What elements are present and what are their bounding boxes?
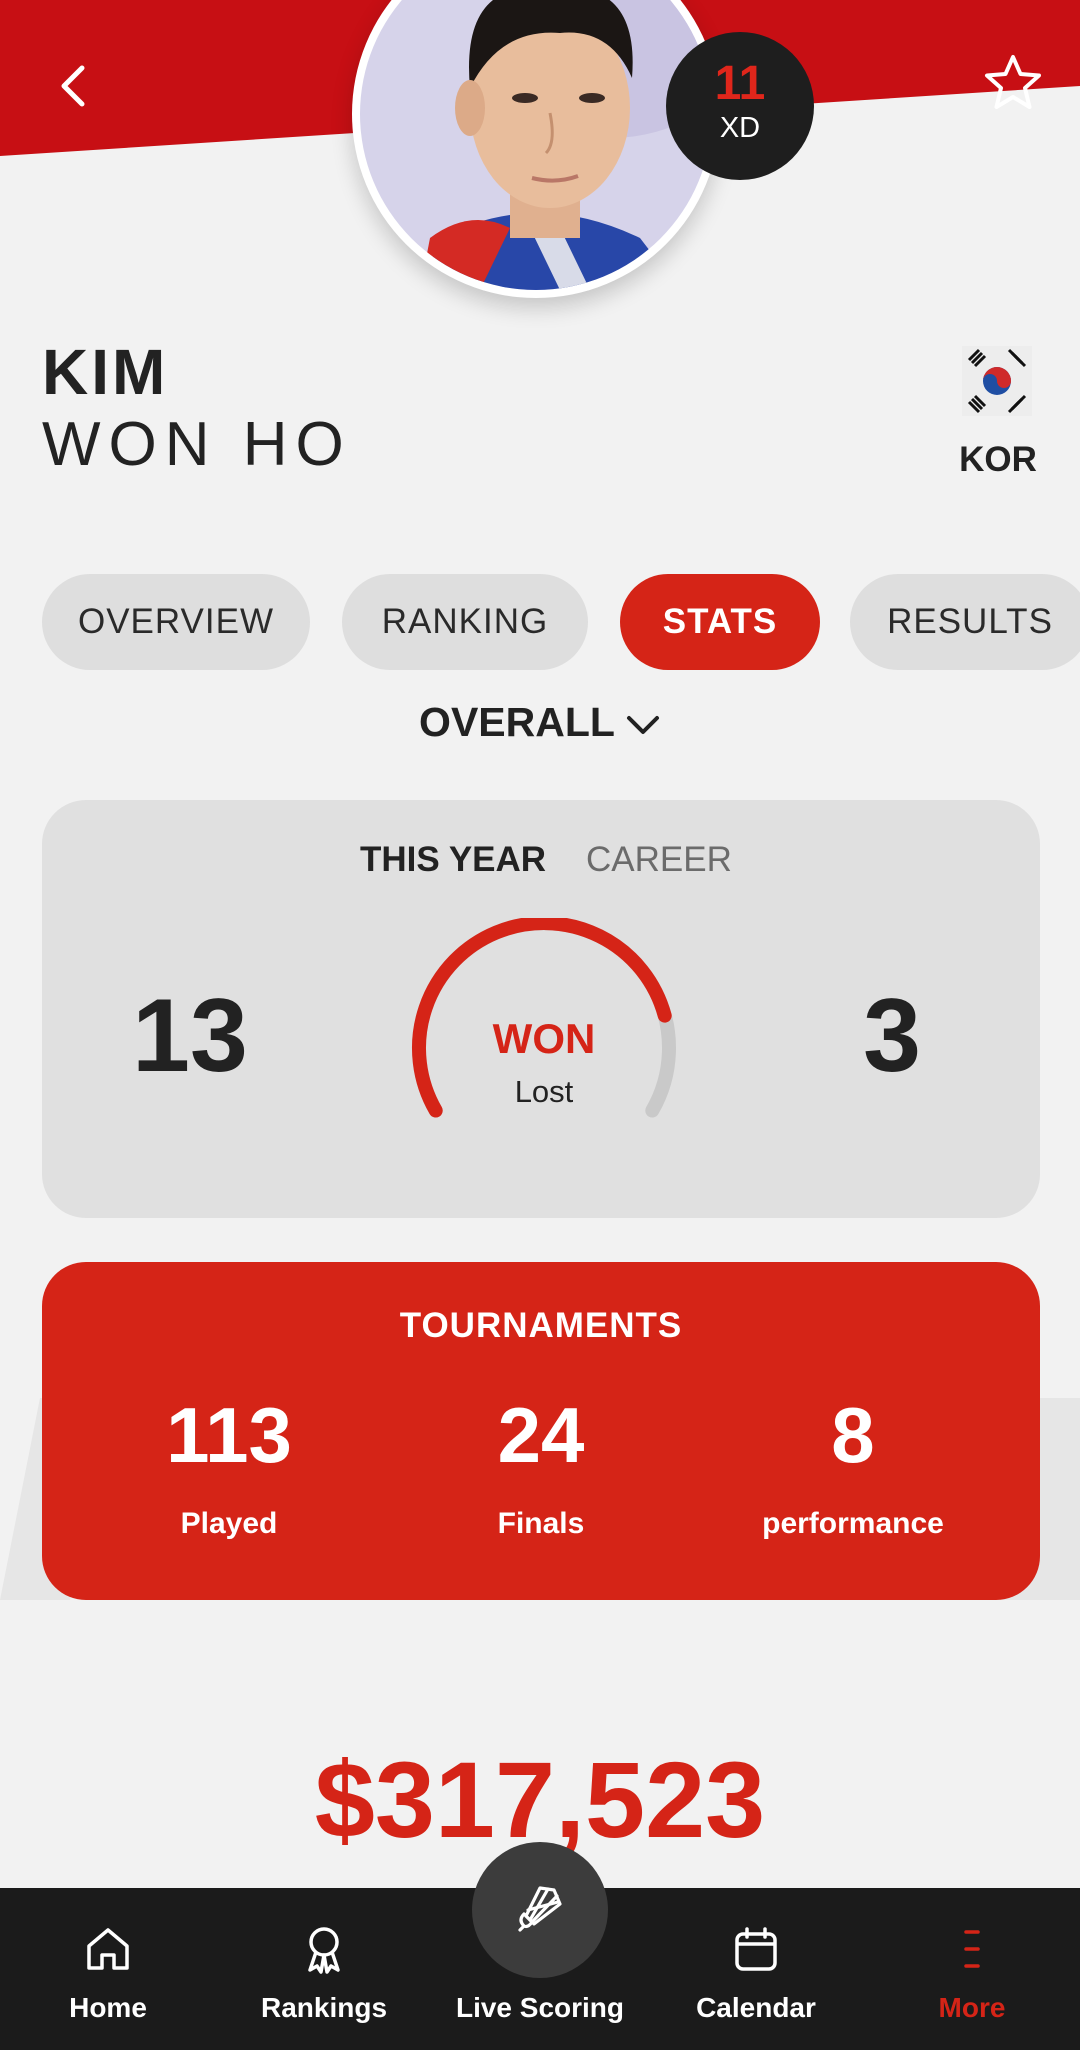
nav-more-label: More — [938, 1992, 1006, 2023]
player-photo — [352, 0, 720, 298]
tournaments-finals-value: 24 — [497, 1391, 585, 1479]
nav-home-label: Home — [69, 1992, 147, 2023]
rank-badge: 11 XD — [666, 32, 814, 180]
nav-live-scoring-label: Live Scoring — [455, 1992, 625, 2023]
filter-label: OVERALL — [419, 699, 615, 745]
nav-rankings[interactable]: Rankings — [216, 1888, 432, 2050]
player-portrait-icon — [360, 0, 712, 290]
more-icon — [964, 1930, 980, 1968]
player-first-name: KIM — [42, 336, 169, 408]
tab-overview[interactable]: OVERVIEW — [42, 574, 310, 670]
period-this-year[interactable]: THIS YEAR — [360, 836, 546, 884]
chevron-down-icon — [626, 716, 659, 735]
home-icon — [87, 1928, 129, 1970]
rank-number: 11 — [714, 57, 766, 110]
profile-tabs: OVERVIEW RANKING STATS RESULTS — [42, 574, 1080, 670]
south-korea-flag-icon — [962, 346, 1032, 416]
tournaments-played-value: 113 — [166, 1391, 292, 1479]
ribbon-icon — [308, 1927, 340, 1974]
live-scoring-fab[interactable] — [472, 1842, 608, 1978]
tournaments-title: TOURNAMENTS — [399, 1306, 683, 1345]
tournaments-card: TOURNAMENTS 113 Played 24 Finals 8 perfo… — [42, 1262, 1040, 1600]
calendar-icon — [735, 1927, 777, 1971]
back-button[interactable] — [52, 60, 96, 112]
won-count: 13 — [132, 978, 248, 1094]
nav-calendar[interactable]: Calendar — [648, 1888, 864, 2050]
nav-more[interactable]: More — [864, 1888, 1080, 2050]
gauge-won-label: WON — [492, 1015, 596, 1062]
country-code: KOR — [959, 440, 1037, 479]
tournaments-finals-label: Finals — [497, 1507, 585, 1540]
shuttlecock-icon — [518, 1886, 562, 1932]
nav-calendar-label: Calendar — [696, 1992, 816, 2023]
nav-home[interactable]: Home — [0, 1888, 216, 2050]
tab-stats[interactable]: STATS — [620, 574, 820, 670]
tournaments-performance-label: performance — [762, 1507, 944, 1540]
star-outline-icon — [985, 55, 1041, 109]
win-loss-card: THIS YEAR CAREER 13 3 WON Lost — [42, 800, 1040, 1218]
tab-results[interactable]: RESULTS — [850, 574, 1080, 670]
favorite-button[interactable] — [982, 52, 1044, 114]
tournaments-played-label: Played — [180, 1507, 278, 1540]
rank-event: XD — [719, 112, 761, 144]
period-career[interactable]: CAREER — [586, 836, 732, 884]
player-last-name: WON HO — [42, 410, 352, 479]
tab-ranking[interactable]: RANKING — [342, 574, 588, 670]
tournaments-performance-value: 8 — [831, 1391, 875, 1479]
stats-filter-dropdown[interactable]: OVERALL — [0, 694, 1080, 750]
nav-rankings-label: Rankings — [260, 1992, 388, 2023]
gauge-lost-label: Lost — [514, 1074, 574, 1109]
lost-count: 3 — [863, 978, 921, 1094]
chevron-left-icon — [61, 65, 85, 107]
